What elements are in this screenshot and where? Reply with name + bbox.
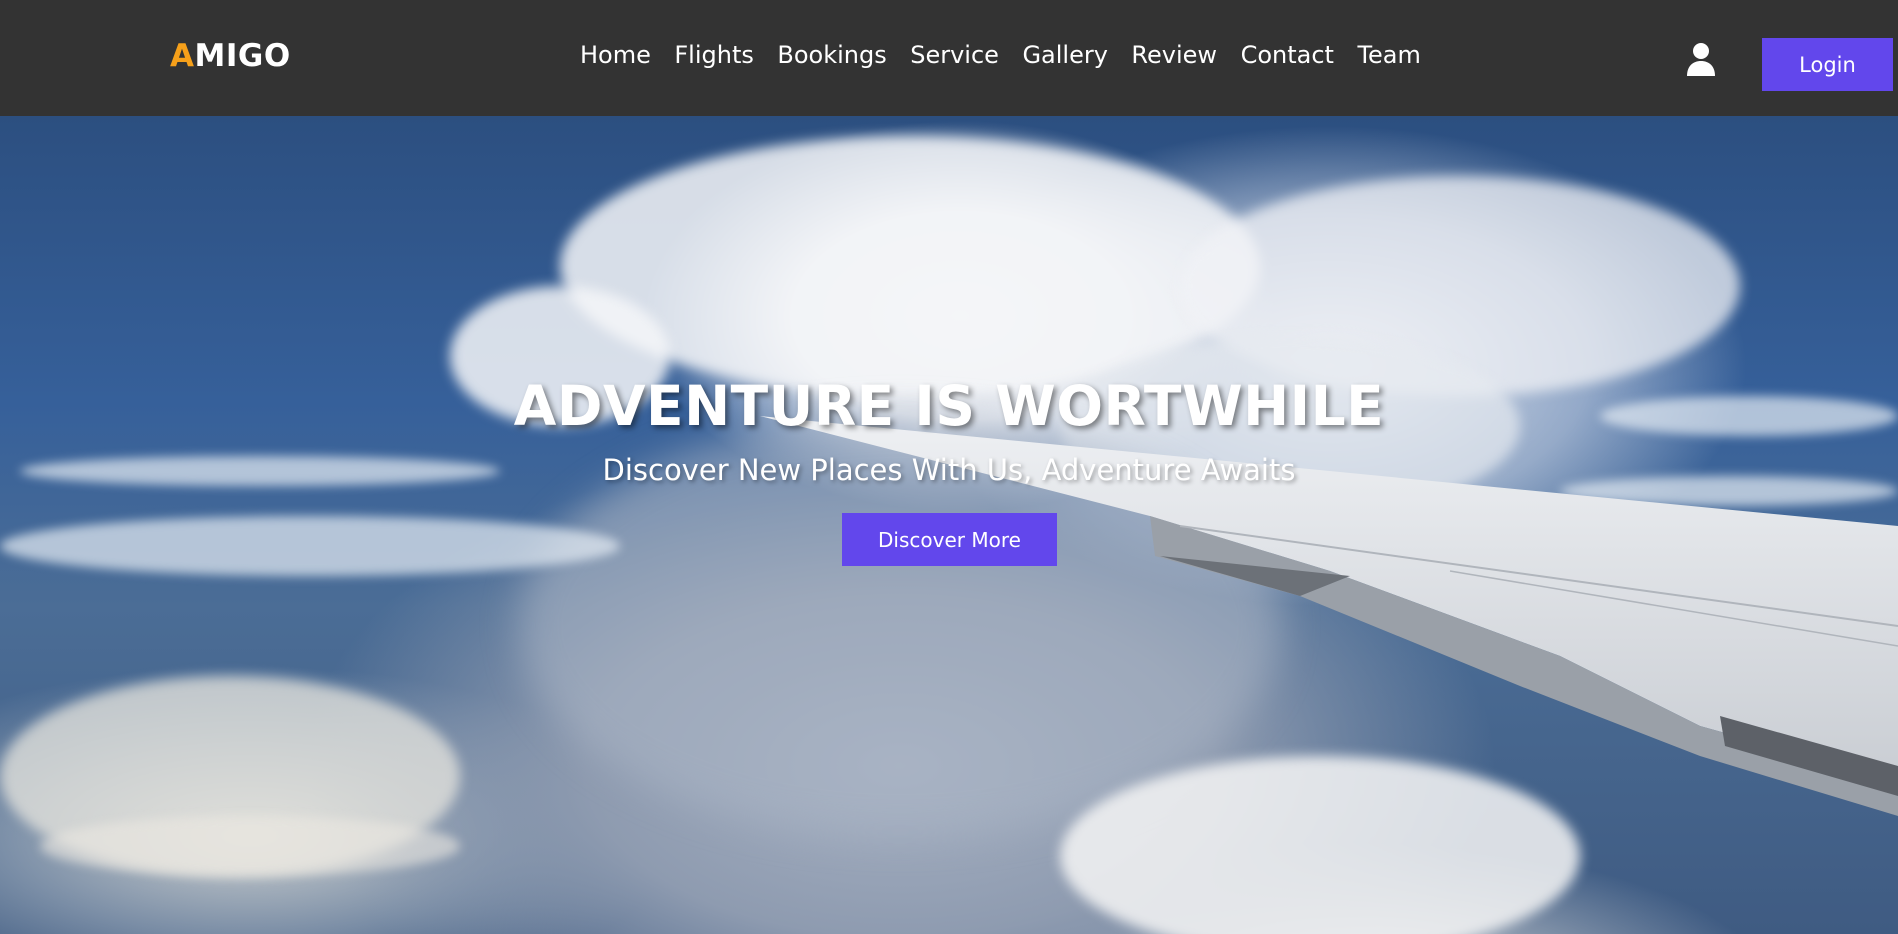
logo-accent-letter: A — [170, 38, 195, 74]
discover-more-button[interactable]: Discover More — [842, 513, 1057, 566]
hero-section: ADVENTURE IS WORTWHILE Discover New Plac… — [0, 116, 1898, 934]
brand-logo[interactable]: AMIGO — [170, 38, 291, 74]
nav-service[interactable]: Service — [910, 41, 999, 69]
nav-flights[interactable]: Flights — [674, 41, 754, 69]
login-button[interactable]: Login — [1762, 38, 1893, 91]
hero-title: ADVENTURE IS WORTWHILE — [513, 374, 1385, 438]
nav-contact[interactable]: Contact — [1241, 41, 1334, 69]
nav-gallery[interactable]: Gallery — [1022, 41, 1107, 69]
nav-review[interactable]: Review — [1131, 41, 1217, 69]
nav-bookings[interactable]: Bookings — [777, 41, 886, 69]
hero-subtitle: Discover New Places With Us, Adventure A… — [602, 453, 1296, 487]
user-icon[interactable] — [1686, 42, 1716, 76]
nav-team[interactable]: Team — [1357, 41, 1420, 69]
nav-home[interactable]: Home — [580, 41, 651, 69]
main-nav: Home Flights Bookings Service Gallery Re… — [580, 41, 1444, 69]
logo-text: MIGO — [194, 38, 291, 74]
top-navbar: AMIGO Home Flights Bookings Service Gall… — [0, 0, 1898, 116]
